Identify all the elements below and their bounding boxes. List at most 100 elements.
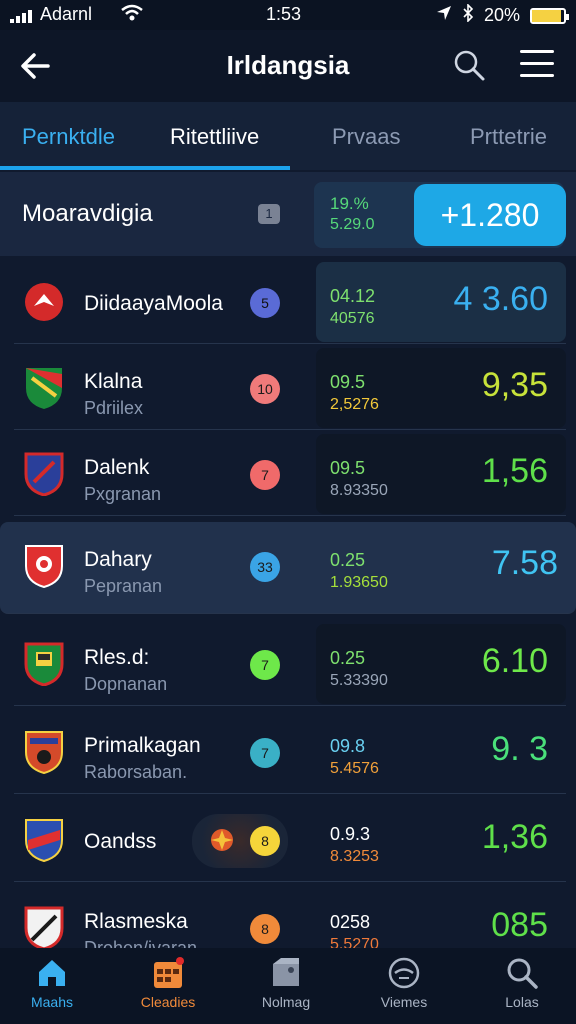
odds-price[interactable]: 7.58 <box>492 544 558 583</box>
location-icon <box>436 5 452 26</box>
tab-2[interactable]: Ritettliive <box>170 124 259 150</box>
odds-a: 0.9.3 <box>330 824 371 844</box>
table-row[interactable]: Primalkagan Raborsaban. 7 09.8 5.4576 9.… <box>14 708 566 794</box>
odds-price[interactable]: 1,56 <box>482 452 548 491</box>
team-subtitle: Raborsaban. <box>84 762 188 782</box>
tab-4[interactable]: Prttetrie <box>470 124 547 150</box>
rank-badge: 7 <box>250 650 280 680</box>
wifi-icon <box>120 3 144 28</box>
team-crest-icon <box>24 818 64 863</box>
odds-b: 8.3253 <box>330 848 379 865</box>
header-odds-b: 5.29.0 <box>330 216 375 233</box>
odds-b: 8.93350 <box>330 482 388 499</box>
odds-a: 04.12 <box>330 286 376 306</box>
odds-price[interactable]: 1,36 <box>482 818 548 857</box>
header-price-button[interactable]: +1.280 <box>414 184 566 246</box>
rank-badge: 10 <box>250 374 280 404</box>
signal-icon <box>10 10 32 23</box>
team-crest-icon <box>24 730 64 775</box>
rank-badge: 7 <box>250 738 280 768</box>
team-crest-icon <box>24 280 64 324</box>
top-app-bar: Irldangsia <box>0 30 576 102</box>
odds-price[interactable]: 9,35 <box>482 366 548 405</box>
battery-icon <box>530 7 569 24</box>
odds-a: 0.25 <box>330 648 366 668</box>
odds-a: 0.25 <box>330 550 366 570</box>
page-title: Irldangsia <box>226 50 350 80</box>
team-crest-icon <box>24 544 64 589</box>
bag-icon <box>269 956 303 990</box>
status-time: 1:53 <box>266 4 302 24</box>
battery-percent: 20% <box>483 5 520 25</box>
odds-price[interactable]: 9. 3 <box>491 730 548 769</box>
table-row[interactable]: Rles.d: Dopnanan 7 0.25 5.33390 6.10 <box>14 620 566 706</box>
tab-bar: Pernktdle Ritettliive Prvaas Prttetrie <box>0 102 576 170</box>
header-row-tag: 1 <box>258 204 280 224</box>
flame-icon <box>208 826 236 859</box>
table-row[interactable]: Rlasmeska Drohen/ivaran 8 0258 5.5270 08… <box>14 884 566 958</box>
table-row[interactable]: DiidaayaMoola 5 04.12 40576 4 3.60 <box>14 258 566 344</box>
calendar-icon <box>151 956 185 990</box>
nav-label: Viemes <box>380 994 428 1010</box>
bottom-nav-bar: Maahs Cleadies Nolmag Viemes Lolas <box>0 948 576 1024</box>
team-name: Primalkagan <box>84 734 201 757</box>
nav-item-3[interactable]: Nolmag <box>236 956 336 1010</box>
nav-item-5[interactable]: Lolas <box>472 956 572 1010</box>
odds-price[interactable]: 4 3.60 <box>453 280 548 319</box>
team-name: Rlasmeska <box>84 910 188 933</box>
header-odds-a: 19.% <box>330 194 369 213</box>
ball-icon <box>387 956 421 990</box>
tab-1[interactable]: Pernktdle <box>22 124 115 150</box>
team-crest-icon <box>24 366 64 410</box>
team-crest-icon <box>24 642 64 687</box>
nav-item-2[interactable]: Cleadies <box>118 956 218 1010</box>
team-crest-icon <box>24 906 64 951</box>
search-icon[interactable] <box>452 48 486 82</box>
odds-a: 09.5 <box>330 372 366 392</box>
team-subtitle: Pepranan <box>84 576 163 596</box>
team-subtitle: Pxgranan <box>84 484 162 504</box>
team-name: Dalenk <box>84 456 150 479</box>
odds-b: 5.4576 <box>330 760 379 777</box>
hamburger-menu-icon[interactable] <box>520 50 554 80</box>
rank-badge: 8 <box>250 914 280 944</box>
rank-badge: 8 <box>250 826 280 856</box>
table-row[interactable]: Dalenk Pxgranan 7 09.5 8.93350 1,56 <box>14 430 566 516</box>
rank-badge: 5 <box>250 288 280 318</box>
nav-item-4[interactable]: Viemes <box>354 956 454 1010</box>
odds-a: 09.5 <box>330 458 366 478</box>
nav-item-1[interactable]: Maahs <box>2 956 102 1010</box>
active-tab-indicator <box>0 166 290 170</box>
odds-b: 5.33390 <box>330 672 388 689</box>
table-row[interactable]: Klalna Pdriilex 10 09.5 2,5276 9,35 <box>14 344 566 430</box>
tab-3[interactable]: Prvaas <box>332 124 400 150</box>
team-name: Rles.d: <box>84 646 150 669</box>
team-subtitle: Pdriilex <box>84 398 144 418</box>
nav-label: Maahs <box>30 994 74 1010</box>
team-subtitle: Dopnanan <box>84 674 168 694</box>
rank-badge: 7 <box>250 460 280 490</box>
team-name: Klalna <box>84 370 143 393</box>
team-name: DiidaayaMoola <box>84 292 223 315</box>
odds-price[interactable]: 085 <box>491 906 548 945</box>
bluetooth-icon <box>462 3 474 27</box>
team-name: Oandss <box>84 830 157 853</box>
status-bar: Adarnl 1:53 20% <box>0 0 576 30</box>
team-name: Dahary <box>84 548 152 571</box>
odds-a: 0258 <box>330 912 371 932</box>
header-row-name: Moaravdigia <box>22 200 153 227</box>
home-icon <box>35 956 69 990</box>
nav-label: Lolas <box>505 994 539 1010</box>
odds-price[interactable]: 6.10 <box>482 642 548 681</box>
list-header-row[interactable]: Moaravdigia 1 19.% 5.29.0 +1.280 <box>0 172 576 256</box>
odds-b: 2,5276 <box>330 396 379 413</box>
search-icon <box>505 956 539 990</box>
table-row-highlighted[interactable]: Dahary Pepranan 33 0.25 1.93650 7.58 <box>0 522 576 614</box>
table-row[interactable]: Oandss 8 0.9.3 8.3253 1,36 <box>14 796 566 882</box>
rank-badge: 33 <box>250 552 280 582</box>
odds-a: 09.8 <box>330 736 366 756</box>
nav-label: Cleadies <box>140 994 196 1010</box>
odds-b: 40576 <box>330 310 375 327</box>
odds-b: 1.93650 <box>330 574 388 591</box>
team-crest-icon <box>24 452 64 497</box>
